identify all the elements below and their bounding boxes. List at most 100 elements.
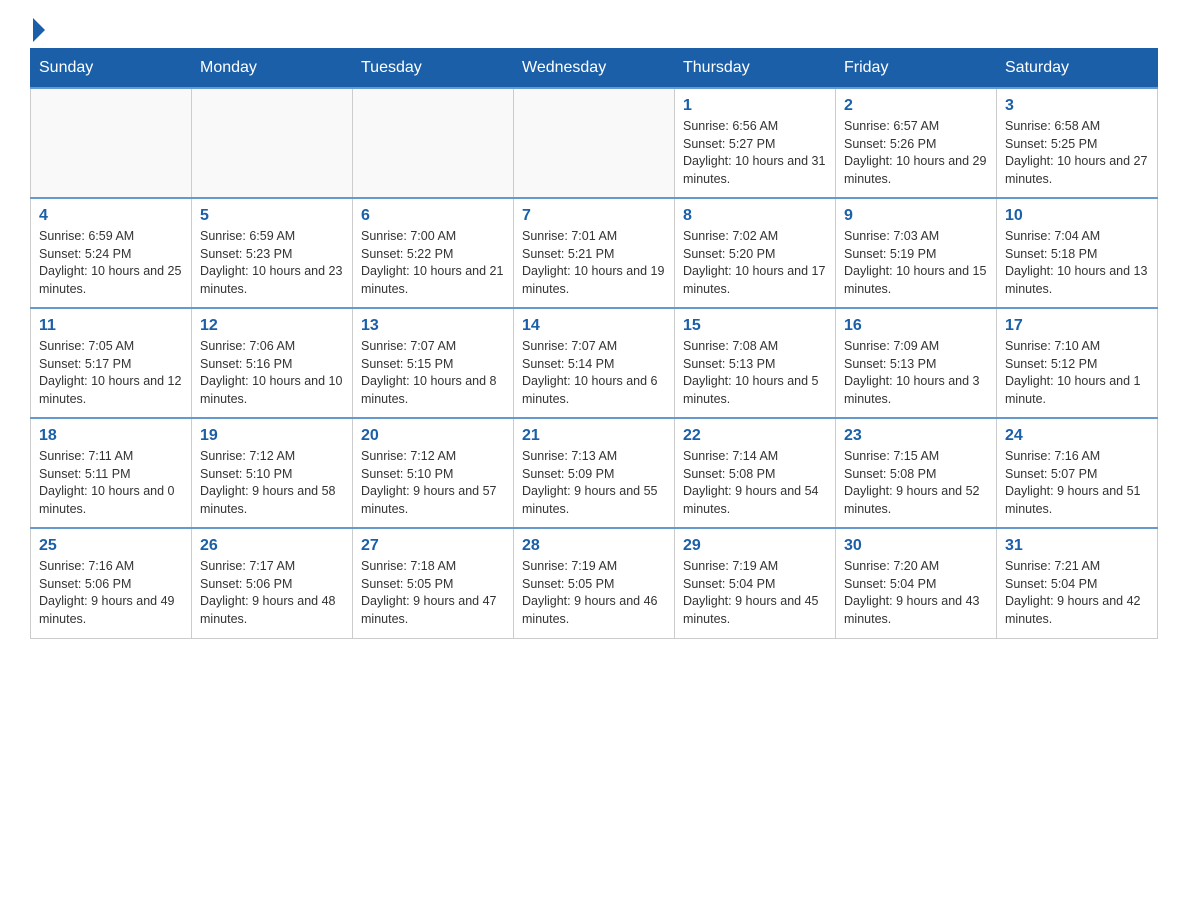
header-friday: Friday [836, 49, 997, 89]
day-number: 13 [361, 317, 505, 335]
day-number: 21 [522, 427, 666, 445]
day-number: 7 [522, 207, 666, 225]
logo-triangle-icon [33, 18, 45, 42]
header-tuesday: Tuesday [353, 49, 514, 89]
table-row: 1 Sunrise: 6:56 AMSunset: 5:27 PMDaylight… [675, 88, 836, 198]
table-row: 5 Sunrise: 6:59 AMSunset: 5:23 PMDaylight… [192, 198, 353, 308]
table-row: 16 Sunrise: 7:09 AMSunset: 5:13 PMDayligh… [836, 308, 997, 418]
table-row: 12 Sunrise: 7:06 AMSunset: 5:16 PMDayligh… [192, 308, 353, 418]
day-info: Sunrise: 7:05 AMSunset: 5:17 PMDaylight:… [39, 338, 183, 408]
day-info: Sunrise: 7:10 AMSunset: 5:12 PMDaylight:… [1005, 338, 1149, 408]
day-number: 5 [200, 207, 344, 225]
day-info: Sunrise: 7:03 AMSunset: 5:19 PMDaylight:… [844, 228, 988, 298]
table-row: 23 Sunrise: 7:15 AMSunset: 5:08 PMDayligh… [836, 418, 997, 528]
calendar-table: Sunday Monday Tuesday Wednesday Thursday… [30, 48, 1158, 639]
day-number: 2 [844, 97, 988, 115]
day-number: 6 [361, 207, 505, 225]
table-row: 18 Sunrise: 7:11 AMSunset: 5:11 PMDayligh… [31, 418, 192, 528]
day-info: Sunrise: 7:09 AMSunset: 5:13 PMDaylight:… [844, 338, 988, 408]
table-row: 29Sunrise: 7:19 AMSunset: 5:04 PMDayligh… [675, 528, 836, 638]
table-row: 3 Sunrise: 6:58 AMSunset: 5:25 PMDaylight… [997, 88, 1158, 198]
calendar-week-row: 18 Sunrise: 7:11 AMSunset: 5:11 PMDayligh… [31, 418, 1158, 528]
day-info: Sunrise: 7:04 AMSunset: 5:18 PMDaylight:… [1005, 228, 1149, 298]
table-row: 19 Sunrise: 7:12 AMSunset: 5:10 PMDayligh… [192, 418, 353, 528]
day-number: 24 [1005, 427, 1149, 445]
table-row [31, 88, 192, 198]
day-number: 10 [1005, 207, 1149, 225]
table-row: 20 Sunrise: 7:12 AMSunset: 5:10 PMDayligh… [353, 418, 514, 528]
day-number: 27 [361, 537, 505, 555]
header-wednesday: Wednesday [514, 49, 675, 89]
day-info: Sunrise: 7:20 AMSunset: 5:04 PMDaylight:… [844, 558, 988, 628]
day-info: Sunrise: 7:06 AMSunset: 5:16 PMDaylight:… [200, 338, 344, 408]
table-row: 11 Sunrise: 7:05 AMSunset: 5:17 PMDayligh… [31, 308, 192, 418]
day-info: Sunrise: 7:19 AMSunset: 5:04 PMDaylight:… [683, 558, 827, 628]
table-row: 24Sunrise: 7:16 AMSunset: 5:07 PMDayligh… [997, 418, 1158, 528]
day-info: Sunrise: 7:12 AMSunset: 5:10 PMDaylight:… [200, 448, 344, 518]
day-number: 19 [200, 427, 344, 445]
day-number: 22 [683, 427, 827, 445]
day-info: Sunrise: 7:11 AMSunset: 5:11 PMDaylight:… [39, 448, 183, 518]
day-number: 20 [361, 427, 505, 445]
day-info: Sunrise: 7:17 AMSunset: 5:06 PMDaylight:… [200, 558, 344, 628]
table-row: 27 Sunrise: 7:18 AMSunset: 5:05 PMDayligh… [353, 528, 514, 638]
calendar-week-row: 4Sunrise: 6:59 AMSunset: 5:24 PMDaylight… [31, 198, 1158, 308]
table-row: 17 Sunrise: 7:10 AMSunset: 5:12 PMDayligh… [997, 308, 1158, 418]
day-number: 1 [683, 97, 827, 115]
day-info: Sunrise: 7:15 AMSunset: 5:08 PMDaylight:… [844, 448, 988, 518]
table-row: 13 Sunrise: 7:07 AMSunset: 5:15 PMDayligh… [353, 308, 514, 418]
calendar-header-row: Sunday Monday Tuesday Wednesday Thursday… [31, 49, 1158, 89]
header-thursday: Thursday [675, 49, 836, 89]
day-info: Sunrise: 7:16 AMSunset: 5:06 PMDaylight:… [39, 558, 183, 628]
table-row: 2 Sunrise: 6:57 AMSunset: 5:26 PMDaylight… [836, 88, 997, 198]
day-number: 9 [844, 207, 988, 225]
day-info: Sunrise: 7:01 AMSunset: 5:21 PMDaylight:… [522, 228, 666, 298]
day-info: Sunrise: 7:07 AMSunset: 5:14 PMDaylight:… [522, 338, 666, 408]
table-row: 8Sunrise: 7:02 AMSunset: 5:20 PMDaylight… [675, 198, 836, 308]
day-info: Sunrise: 6:56 AMSunset: 5:27 PMDaylight:… [683, 118, 827, 188]
day-number: 15 [683, 317, 827, 335]
table-row: 7 Sunrise: 7:01 AMSunset: 5:21 PMDaylight… [514, 198, 675, 308]
header-saturday: Saturday [997, 49, 1158, 89]
table-row: 15Sunrise: 7:08 AMSunset: 5:13 PMDayligh… [675, 308, 836, 418]
day-info: Sunrise: 6:58 AMSunset: 5:25 PMDaylight:… [1005, 118, 1149, 188]
calendar-week-row: 11 Sunrise: 7:05 AMSunset: 5:17 PMDayligh… [31, 308, 1158, 418]
table-row [192, 88, 353, 198]
day-number: 25 [39, 537, 183, 555]
calendar-week-row: 25 Sunrise: 7:16 AMSunset: 5:06 PMDayligh… [31, 528, 1158, 638]
day-info: Sunrise: 7:14 AMSunset: 5:08 PMDaylight:… [683, 448, 827, 518]
day-number: 3 [1005, 97, 1149, 115]
day-number: 30 [844, 537, 988, 555]
day-info: Sunrise: 6:59 AMSunset: 5:24 PMDaylight:… [39, 228, 183, 298]
day-number: 18 [39, 427, 183, 445]
day-number: 12 [200, 317, 344, 335]
day-number: 28 [522, 537, 666, 555]
day-number: 14 [522, 317, 666, 335]
day-info: Sunrise: 7:12 AMSunset: 5:10 PMDaylight:… [361, 448, 505, 518]
header-monday: Monday [192, 49, 353, 89]
table-row: 26 Sunrise: 7:17 AMSunset: 5:06 PMDayligh… [192, 528, 353, 638]
day-number: 8 [683, 207, 827, 225]
table-row [514, 88, 675, 198]
table-row: 4Sunrise: 6:59 AMSunset: 5:24 PMDaylight… [31, 198, 192, 308]
table-row: 22 Sunrise: 7:14 AMSunset: 5:08 PMDayligh… [675, 418, 836, 528]
table-row: 30 Sunrise: 7:20 AMSunset: 5:04 PMDayligh… [836, 528, 997, 638]
table-row: 21Sunrise: 7:13 AMSunset: 5:09 PMDayligh… [514, 418, 675, 528]
day-number: 23 [844, 427, 988, 445]
day-info: Sunrise: 7:21 AMSunset: 5:04 PMDaylight:… [1005, 558, 1149, 628]
day-number: 17 [1005, 317, 1149, 335]
table-row: 10 Sunrise: 7:04 AMSunset: 5:18 PMDayligh… [997, 198, 1158, 308]
day-number: 26 [200, 537, 344, 555]
day-number: 31 [1005, 537, 1149, 555]
day-info: Sunrise: 6:57 AMSunset: 5:26 PMDaylight:… [844, 118, 988, 188]
day-info: Sunrise: 7:07 AMSunset: 5:15 PMDaylight:… [361, 338, 505, 408]
logo [30, 20, 45, 38]
day-number: 16 [844, 317, 988, 335]
day-info: Sunrise: 6:59 AMSunset: 5:23 PMDaylight:… [200, 228, 344, 298]
day-info: Sunrise: 7:00 AMSunset: 5:22 PMDaylight:… [361, 228, 505, 298]
header-sunday: Sunday [31, 49, 192, 89]
day-info: Sunrise: 7:18 AMSunset: 5:05 PMDaylight:… [361, 558, 505, 628]
table-row: 28Sunrise: 7:19 AMSunset: 5:05 PMDayligh… [514, 528, 675, 638]
calendar-week-row: 1 Sunrise: 6:56 AMSunset: 5:27 PMDaylight… [31, 88, 1158, 198]
day-number: 11 [39, 317, 183, 335]
